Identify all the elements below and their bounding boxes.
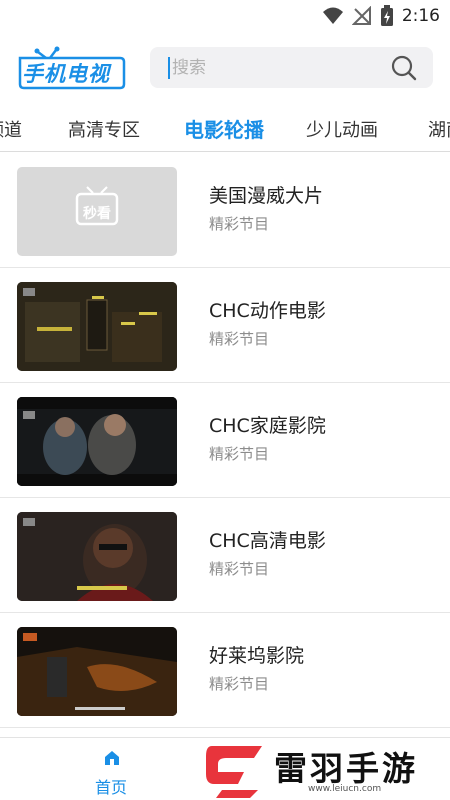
wifi-icon bbox=[322, 7, 343, 24]
category-tabs: 频道 高清专区 电影轮播 少儿动画 湖南 bbox=[0, 106, 450, 152]
search-input[interactable] bbox=[172, 53, 392, 82]
list-item[interactable]: CHC动作电影 精彩节目 bbox=[0, 268, 450, 383]
channel-title: CHC动作电影 bbox=[209, 300, 326, 322]
channel-title: 好莱坞影院 bbox=[209, 645, 305, 667]
text-cursor bbox=[168, 57, 170, 79]
clock: 2:16 bbox=[401, 6, 440, 26]
channel-thumbnail: 秒看 bbox=[17, 167, 177, 256]
channel-subtitle: 精彩节目 bbox=[209, 445, 270, 463]
channel-thumbnail bbox=[17, 627, 177, 716]
channel-subtitle: 精彩节目 bbox=[209, 560, 270, 578]
status-bar: 2:16 bbox=[0, 0, 450, 32]
app-header: 手机电视 bbox=[0, 40, 450, 98]
list-item[interactable]: CHC家庭影院 精彩节目 bbox=[0, 383, 450, 498]
channel-thumbnail bbox=[17, 397, 177, 486]
app-logo: 手机电视 bbox=[16, 44, 128, 92]
channel-thumbnail bbox=[17, 512, 177, 601]
nav-home-label: 首页 bbox=[95, 778, 128, 797]
tab-channels[interactable]: 频道 bbox=[0, 116, 22, 142]
battery-charging-icon bbox=[380, 5, 393, 26]
tab-movie-rotation[interactable]: 电影轮播 bbox=[184, 114, 264, 143]
channel-title: 美国漫威大片 bbox=[209, 185, 324, 207]
list-item[interactable]: 好莱坞影院 精彩节目 bbox=[0, 613, 450, 728]
tab-kids-animation[interactable]: 少儿动画 bbox=[306, 116, 378, 142]
logo-text: 手机电视 bbox=[22, 62, 110, 86]
channel-list: 秒看 美国漫威大片 精彩节目 CHC动作电影 精彩节目 CHC家庭影院 精彩节目… bbox=[0, 153, 450, 728]
tab-hunan[interactable]: 湖南 bbox=[428, 116, 450, 142]
channel-thumbnail bbox=[17, 282, 177, 371]
watermark-logo-icon bbox=[206, 746, 262, 798]
no-signal-icon bbox=[351, 6, 371, 25]
list-item[interactable]: CHC高清电影 精彩节目 bbox=[0, 498, 450, 613]
watermark-url: www.leiucn.com bbox=[308, 784, 382, 794]
search-icon[interactable] bbox=[389, 53, 419, 83]
channel-subtitle: 精彩节目 bbox=[209, 675, 270, 693]
home-icon bbox=[105, 751, 119, 765]
channel-subtitle: 精彩节目 bbox=[209, 215, 270, 233]
tab-hd-zone[interactable]: 高清专区 bbox=[68, 116, 140, 142]
placeholder-logo-text: 秒看 bbox=[83, 206, 111, 222]
nav-home-tab[interactable]: 首页 bbox=[80, 744, 144, 798]
status-icons: 2:16 bbox=[322, 5, 440, 27]
list-item[interactable]: 秒看 美国漫威大片 精彩节目 bbox=[0, 153, 450, 268]
channel-title: CHC高清电影 bbox=[209, 530, 326, 552]
channel-title: CHC家庭影院 bbox=[209, 415, 326, 437]
site-watermark: 雷羽手游网 www.leiucn.com bbox=[200, 738, 450, 800]
channel-subtitle: 精彩节目 bbox=[209, 330, 270, 348]
search-bar[interactable] bbox=[150, 47, 433, 88]
